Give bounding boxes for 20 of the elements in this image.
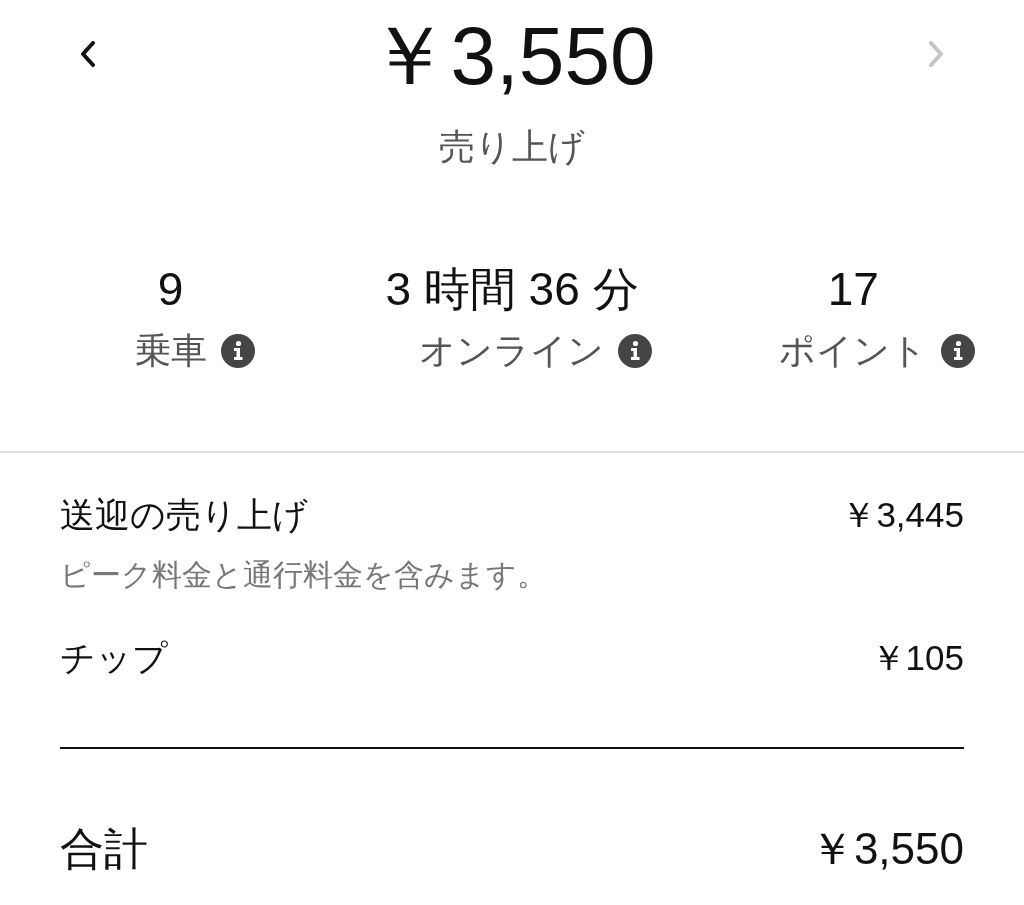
breakdown-label: チップ (60, 637, 168, 679)
breakdown-amount: ￥3,445 (841, 494, 964, 536)
stat-label: オンライン (419, 329, 605, 373)
chevron-right-icon (928, 41, 944, 67)
earnings-amount: ￥3,550 (368, 12, 656, 100)
breakdown-label: 送迎の売り上げ (60, 494, 308, 536)
chevron-left-icon (80, 41, 96, 67)
info-icon[interactable] (941, 334, 976, 368)
stat-label: ポイント (779, 329, 928, 373)
stat-value: 17 (827, 262, 879, 317)
earnings-label: 売り上げ (439, 125, 585, 169)
stat-value: 3 時間 36 分 (385, 262, 639, 317)
info-icon[interactable] (220, 334, 255, 368)
stat-value: 9 (157, 262, 184, 317)
info-icon[interactable] (618, 334, 653, 368)
breakdown-note: ピーク料金と通行料金を含みます。 (60, 557, 548, 593)
breakdown-amount: ￥105 (870, 637, 964, 679)
total-label: 合計 (60, 823, 148, 875)
total-amount: ￥3,550 (809, 823, 964, 875)
stat-label: 乗車 (134, 329, 207, 373)
